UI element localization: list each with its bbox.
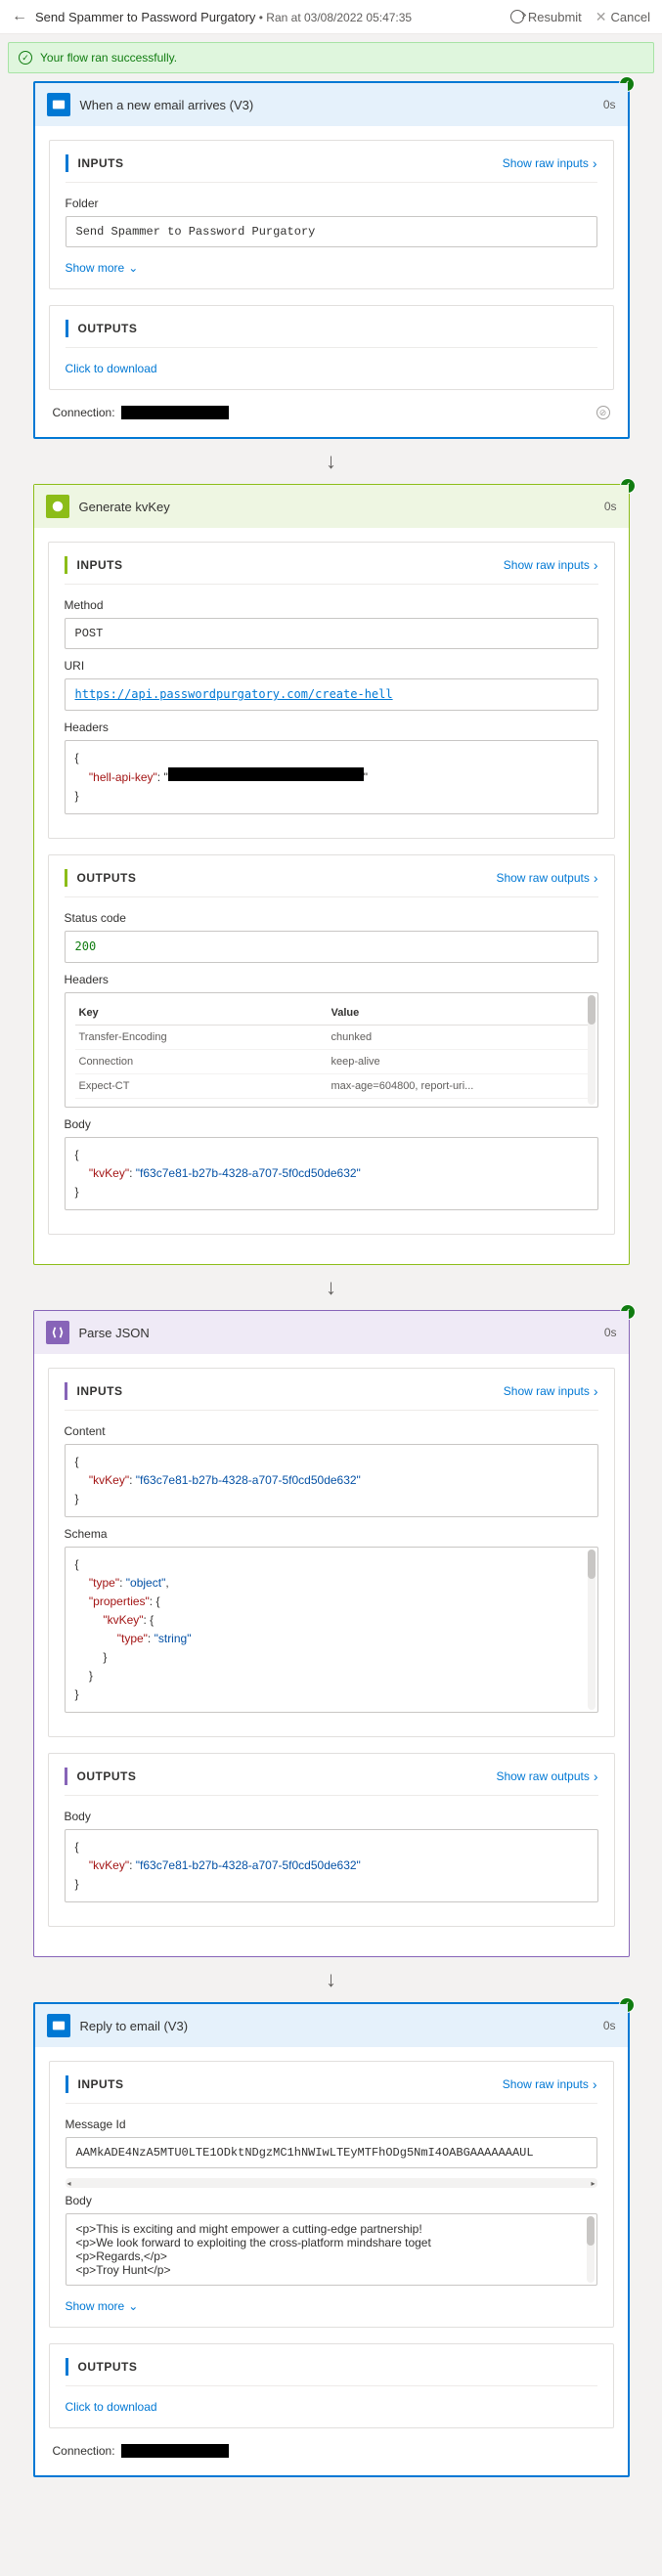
outputs-title: OUTPUTS (77, 871, 137, 885)
step-header[interactable]: Generate kvKey 0s (34, 485, 629, 528)
arrow-down-icon: ↓ (29, 1275, 633, 1300)
inputs-title: INPUTS (77, 1384, 123, 1398)
body-field[interactable]: { "kvKey": "f63c7e81-b27b-4328-a707-5f0c… (65, 1829, 598, 1902)
body-field[interactable]: <p>This is exciting and might empower a … (66, 2213, 597, 2286)
message-id-field[interactable]: AAMkADE4NzA5MTU0LTE1ODktNDgzMC1hNWIwLTEy… (66, 2137, 597, 2188)
step-title: Reply to email (V3) (80, 2019, 603, 2033)
duration-label: 0s (603, 98, 616, 111)
step-email-trigger: ✓ When a new email arrives (V3) 0s INPUT… (33, 81, 630, 439)
step-generate-kvkey: ✓ Generate kvKey 0s INPUTS Show raw inpu… (33, 484, 630, 1265)
step-header[interactable]: When a new email arrives (V3) 0s (35, 83, 628, 126)
schema-field[interactable]: { "type": "object", "properties": { "kvK… (65, 1547, 598, 1713)
close-icon: ✕ (596, 9, 607, 25)
status-field[interactable]: 200 (65, 931, 598, 963)
show-raw-inputs-link[interactable]: Show raw inputs› (504, 557, 598, 573)
flow-title: Send Spammer to Password Purgatory • Ran… (35, 10, 412, 24)
resubmit-button[interactable]: Resubmit (510, 10, 582, 24)
step-title: Parse JSON (79, 1326, 604, 1340)
content-label: Content (65, 1424, 598, 1438)
duration-label: 0s (604, 1326, 617, 1339)
inputs-box: INPUTS Show raw inputs› Content { "kvKey… (48, 1368, 615, 1737)
step-title: When a new email arrives (V3) (80, 98, 603, 112)
schema-label: Schema (65, 1527, 598, 1541)
chevron-down-icon: ⌄ (128, 2299, 138, 2313)
show-more-button[interactable]: Show more⌄ (66, 261, 139, 275)
chevron-right-icon: › (594, 557, 598, 573)
step-header[interactable]: Parse JSON 0s (34, 1311, 629, 1354)
inputs-title: INPUTS (78, 156, 124, 170)
show-raw-outputs-link[interactable]: Show raw outputs› (496, 1768, 597, 1784)
headers-label: Headers (65, 720, 598, 734)
content-field[interactable]: { "kvKey": "f63c7e81-b27b-4328-a707-5f0c… (65, 1444, 598, 1517)
body-field[interactable]: { "kvKey": "f63c7e81-b27b-4328-a707-5f0c… (65, 1137, 598, 1210)
message-id-label: Message Id (66, 2118, 597, 2131)
redacted-connection (121, 406, 229, 419)
outputs-title: OUTPUTS (78, 322, 138, 335)
info-icon[interactable]: ⊘ (596, 406, 610, 419)
inputs-title: INPUTS (78, 2077, 124, 2091)
back-arrow-icon[interactable]: ← (12, 8, 27, 25)
success-banner: ✓ Your flow ran successfully. (8, 42, 654, 73)
step-reply-email: ✓ Reply to email (V3) 0s INPUTS Show raw… (33, 2002, 630, 2477)
outputs-title: OUTPUTS (78, 2360, 138, 2374)
inputs-box: INPUTS Show raw inputs› Method POST URI … (48, 542, 615, 839)
http-icon (46, 495, 69, 518)
headers-field[interactable]: { "hell-api-key": "" } (65, 740, 598, 814)
chevron-right-icon: › (594, 870, 598, 886)
outputs-box: OUTPUTS Click to download (49, 2343, 614, 2428)
redacted-connection (121, 2444, 229, 2458)
chevron-right-icon: › (593, 155, 597, 171)
show-raw-inputs-link[interactable]: Show raw inputs› (503, 155, 597, 171)
show-raw-outputs-link[interactable]: Show raw outputs› (496, 870, 597, 886)
connection-row: Connection: ⊘ (49, 406, 614, 423)
show-raw-inputs-link[interactable]: Show raw inputs› (503, 2076, 597, 2092)
headers-table[interactable]: KeyValue Transfer-Encodingchunked Connec… (65, 992, 598, 1108)
step-parse-json: ✓ Parse JSON 0s INPUTS Show raw inputs› … (33, 1310, 630, 1957)
show-raw-inputs-link[interactable]: Show raw inputs› (504, 1383, 598, 1399)
method-label: Method (65, 598, 598, 612)
duration-label: 0s (604, 500, 617, 513)
method-field[interactable]: POST (65, 618, 598, 649)
chevron-right-icon: › (594, 1383, 598, 1399)
body-label: Body (65, 1117, 598, 1131)
refresh-icon (510, 10, 524, 23)
topbar: ← Send Spammer to Password Purgatory • R… (0, 0, 662, 34)
arrow-down-icon: ↓ (29, 1967, 633, 1992)
connection-label: Connection: (53, 2444, 115, 2458)
inputs-box: INPUTS Show raw inputs› Message Id AAMkA… (49, 2061, 614, 2328)
json-icon (46, 1321, 69, 1344)
banner-text: Your flow ran successfully. (40, 51, 177, 65)
check-circle-icon: ✓ (19, 51, 32, 65)
outlook-icon (47, 2014, 70, 2037)
cancel-button[interactable]: ✕Cancel (596, 9, 650, 25)
arrow-down-icon: ↓ (29, 449, 633, 474)
uri-label: URI (65, 659, 598, 673)
inputs-title: INPUTS (77, 558, 123, 572)
folder-label: Folder (66, 196, 597, 210)
inputs-box: INPUTS Show raw inputs› Folder Send Spam… (49, 140, 614, 289)
status-label: Status code (65, 911, 598, 925)
body-label: Body (66, 2194, 597, 2207)
connection-row: Connection: (49, 2444, 614, 2462)
outputs-box: OUTPUTS Show raw outputs› Status code 20… (48, 854, 615, 1235)
step-header[interactable]: Reply to email (V3) 0s (35, 2004, 628, 2047)
show-more-button[interactable]: Show more⌄ (66, 2299, 139, 2313)
outputs-box: OUTPUTS Click to download (49, 305, 614, 390)
duration-label: 0s (603, 2019, 616, 2032)
uri-field[interactable]: https://api.passwordpurgatory.com/create… (65, 678, 598, 711)
outputs-box: OUTPUTS Show raw outputs› Body { "kvKey"… (48, 1753, 615, 1927)
chevron-right-icon: › (593, 2076, 597, 2092)
chevron-right-icon: › (594, 1768, 598, 1784)
click-to-download-link[interactable]: Click to download (66, 2400, 157, 2414)
folder-field[interactable]: Send Spammer to Password Purgatory (66, 216, 597, 247)
outputs-title: OUTPUTS (77, 1769, 137, 1783)
connection-label: Connection: (53, 406, 115, 419)
click-to-download-link[interactable]: Click to download (66, 362, 157, 375)
body-label: Body (65, 1810, 598, 1823)
chevron-down-icon: ⌄ (128, 261, 138, 275)
outlook-icon (47, 93, 70, 116)
out-headers-label: Headers (65, 973, 598, 986)
step-title: Generate kvKey (79, 500, 604, 514)
